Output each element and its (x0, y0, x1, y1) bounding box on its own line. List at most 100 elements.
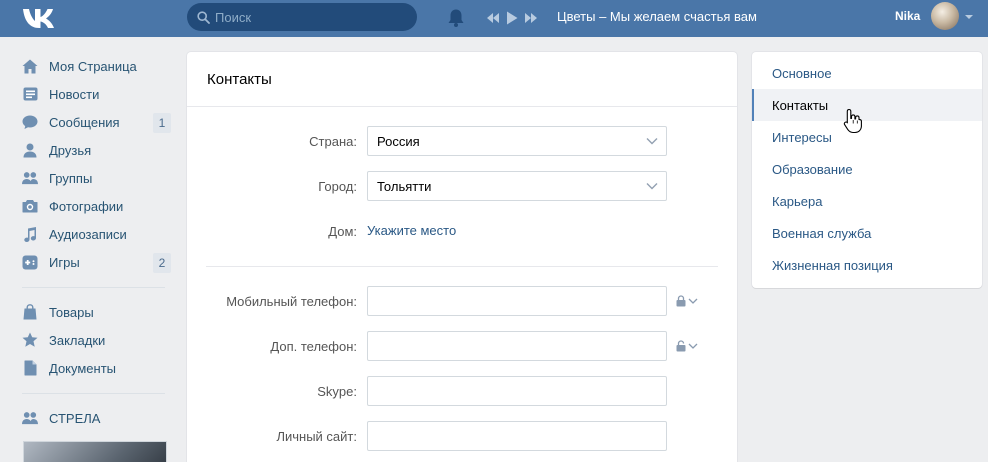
sidebar-item-label: Новости (49, 86, 100, 102)
contacts-panel: Контакты Страна: Россия Город: Тольятти … (187, 52, 737, 462)
extra-phone-privacy-toggle[interactable] (676, 339, 702, 353)
city-select[interactable]: Тольятти (367, 171, 667, 201)
play-icon[interactable] (506, 11, 518, 25)
section-divider (206, 266, 718, 267)
group-community-icon (22, 410, 38, 426)
sidebar-item-games[interactable]: Игры 2 (18, 248, 171, 276)
menu-item-label: Карьера (772, 194, 823, 209)
sidebar-item-strela-group[interactable]: СТРЕЛА (18, 404, 171, 432)
messages-icon (22, 114, 38, 130)
hand-cursor-icon (843, 108, 862, 134)
menu-item-label: Военная служба (772, 226, 872, 241)
document-icon (22, 360, 38, 376)
sidebar-item-label: Товары (49, 304, 94, 320)
gamepad-icon (22, 254, 38, 270)
audio-player-controls (486, 9, 544, 27)
sidebar-item-news[interactable]: Новости (18, 80, 171, 108)
chevron-down-icon (646, 183, 658, 190)
sidebar-item-photos[interactable]: Фотографии (18, 192, 171, 220)
home-icon (22, 58, 38, 74)
previous-track-icon[interactable] (486, 12, 500, 24)
mobile-privacy-toggle[interactable] (676, 294, 702, 308)
chevron-down-icon (688, 298, 698, 304)
website-input[interactable] (367, 421, 667, 451)
top-bar: Поиск Цветы – Мы желаем счастья вам Nika (0, 0, 988, 37)
sidebar-item-documents[interactable]: Документы (18, 354, 171, 382)
camera-icon (22, 198, 38, 214)
sidebar-item-audio[interactable]: Аудиозаписи (18, 220, 171, 248)
sidebar-item-label: СТРЕЛА (49, 410, 101, 426)
sidebar-item-messages[interactable]: Сообщения 1 (18, 108, 171, 136)
website-label: Личный сайт: (276, 429, 357, 444)
extra-phone-label: Доп. телефон: (270, 339, 357, 354)
menu-item-label: Образование (772, 162, 853, 177)
menu-item-label: Жизненная позиция (772, 258, 893, 273)
menu-item-label: Интересы (772, 130, 832, 145)
menu-item-career[interactable]: Карьера (752, 185, 982, 217)
avatar[interactable] (931, 2, 959, 30)
sidebar-divider (22, 287, 165, 288)
mobile-phone-input[interactable] (367, 286, 667, 316)
home-label: Дом: (328, 224, 357, 239)
sidebar-item-groups[interactable]: Группы (18, 164, 171, 192)
games-count-badge: 2 (153, 253, 171, 273)
messages-count-badge: 1 (153, 113, 171, 133)
menu-item-contacts[interactable]: Контакты (752, 89, 982, 121)
username[interactable]: Nika (895, 9, 920, 23)
set-home-location-link[interactable]: Укажите место (367, 223, 456, 238)
city-label: Город: (318, 179, 357, 194)
menu-item-military-service[interactable]: Военная служба (752, 217, 982, 249)
extra-phone-input[interactable] (367, 331, 667, 361)
menu-item-label: Основное (772, 66, 832, 81)
next-track-icon[interactable] (524, 12, 538, 24)
groups-icon (22, 170, 38, 186)
menu-item-label: Контакты (772, 98, 829, 113)
music-note-icon (22, 226, 38, 242)
sidebar-item-label: Закладки (49, 332, 106, 348)
sidebar-item-goods[interactable]: Товары (18, 298, 171, 326)
menu-item-general[interactable]: Основное (752, 57, 982, 89)
now-playing-track[interactable]: Цветы – Мы желаем счастья вам (557, 9, 757, 24)
bell-icon[interactable] (447, 8, 465, 28)
chevron-down-icon (688, 343, 698, 349)
sidebar-item-label: Сообщения (49, 114, 120, 130)
search-icon (197, 11, 210, 24)
news-icon (22, 86, 38, 102)
sidebar-item-label: Фотографии (49, 198, 124, 214)
lock-icon (676, 295, 686, 307)
sidebar-ad-image[interactable] (23, 441, 167, 462)
sidebar-item-label: Моя Страница (49, 58, 137, 74)
shopping-bag-icon (22, 304, 38, 320)
sidebar-item-my-page[interactable]: Моя Страница (18, 52, 171, 80)
friends-icon (22, 142, 38, 158)
search-box[interactable]: Поиск (187, 3, 417, 31)
country-value: Россия (377, 134, 420, 149)
skype-input[interactable] (367, 376, 667, 406)
menu-item-interests[interactable]: Интересы (752, 121, 982, 153)
edit-profile-menu: Основное Контакты Интересы Образование К… (752, 52, 982, 288)
chevron-down-icon (646, 138, 658, 145)
sidebar-item-label: Друзья (49, 142, 92, 158)
star-icon (22, 332, 38, 348)
city-value: Тольятти (377, 179, 432, 194)
sidebar-item-label: Аудиозаписи (49, 226, 127, 242)
search-placeholder: Поиск (215, 10, 252, 25)
sidebar-item-friends[interactable]: Друзья (18, 136, 171, 164)
sidebar-divider (22, 393, 165, 394)
sidebar-item-bookmarks[interactable]: Закладки (18, 326, 171, 354)
sidebar-item-label: Документы (49, 360, 117, 376)
left-sidebar: Моя Страница Новости Сообщения 1 Друзья … (18, 52, 171, 432)
header-divider (187, 106, 737, 107)
country-label: Страна: (309, 134, 357, 149)
menu-item-education[interactable]: Образование (752, 153, 982, 185)
menu-item-life-position[interactable]: Жизненная позиция (752, 249, 982, 281)
mobile-phone-label: Мобильный телефон: (226, 294, 357, 309)
sidebar-item-label: Игры (49, 254, 80, 270)
skype-label: Skype: (317, 384, 357, 399)
vk-logo[interactable] (22, 7, 56, 29)
chevron-down-icon[interactable] (965, 15, 973, 19)
lock-icon (676, 340, 686, 352)
country-select[interactable]: Россия (367, 126, 667, 156)
sidebar-item-label: Группы (49, 170, 93, 186)
page-title: Контакты (207, 71, 272, 88)
